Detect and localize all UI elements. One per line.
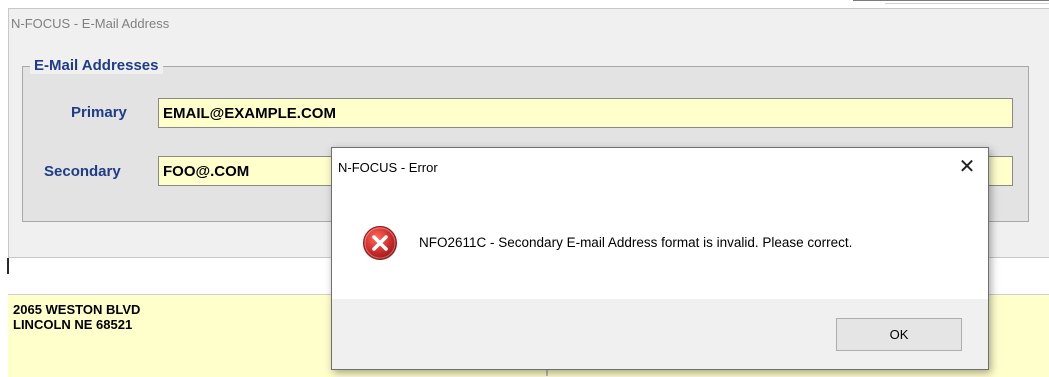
address-line-1: 2065 WESTON BLVD — [13, 302, 141, 317]
error-message: NFO2611C - Secondary E-mail Address form… — [419, 235, 853, 250]
close-icon[interactable]: ✕ — [955, 155, 979, 179]
window-edge-line — [885, 3, 1049, 4]
window-edge-line — [7, 258, 9, 274]
primary-label: Primary — [71, 104, 127, 121]
error-icon — [363, 226, 397, 260]
window-title: N-FOCUS - E-Mail Address — [11, 16, 170, 31]
window-edge-line — [853, 0, 1049, 1]
ok-button[interactable]: OK — [836, 318, 962, 351]
address-line-2: LINCOLN NE 68521 — [13, 317, 133, 332]
group-legend: E-Mail Addresses — [30, 57, 163, 74]
primary-email-input[interactable] — [158, 98, 1013, 128]
dialog-title: N-FOCUS - Error — [338, 160, 438, 175]
secondary-label: Secondary — [44, 163, 121, 180]
